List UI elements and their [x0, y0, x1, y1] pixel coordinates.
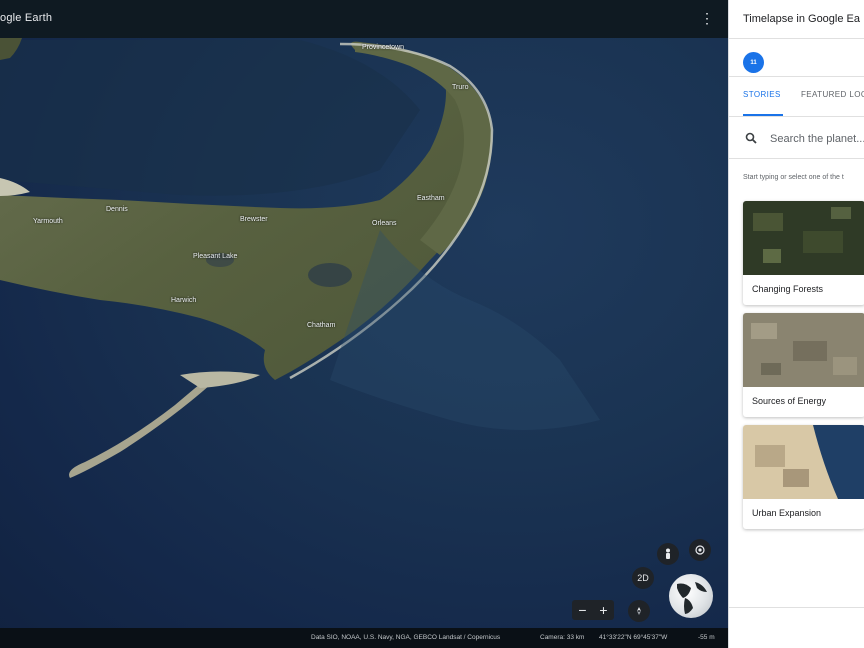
map-view[interactable]: Provincetown Truro Yarmouth Dennis Brews…: [0, 0, 728, 648]
avatar[interactable]: 11: [743, 52, 764, 73]
label-yarmouth: Yarmouth: [33, 218, 63, 225]
app-title: ogle Earth: [0, 12, 53, 24]
app-header: ogle Earth ⋮: [0, 0, 728, 38]
label-harwich: Harwich: [171, 297, 197, 304]
panel-divider: [729, 76, 864, 77]
tab-featured-locations[interactable]: FEATURED LOC: [801, 90, 864, 99]
label-orleans: Orleans: [372, 220, 397, 227]
zoom-controls: − +: [572, 600, 614, 620]
story-card-urban-expansion[interactable]: Urban Expansion: [743, 425, 864, 529]
label-eastham: Eastham: [417, 195, 445, 202]
panel-divider: [729, 158, 864, 159]
label-chatham: Chatham: [307, 322, 336, 329]
zoom-out-button[interactable]: −: [572, 600, 593, 620]
panel-title: Timelapse in Google Ea: [743, 13, 860, 25]
tab-stories[interactable]: STORIES: [743, 90, 781, 99]
story-thumbnail: [743, 425, 864, 499]
toggle-2d-button[interactable]: 2D: [632, 567, 654, 589]
search-icon: [745, 132, 757, 144]
compass-button[interactable]: [628, 600, 650, 622]
story-card-sources-of-energy[interactable]: Sources of Energy: [743, 313, 864, 417]
story-card-changing-forests[interactable]: Changing Forests: [743, 201, 864, 305]
globe-view-button[interactable]: [669, 574, 713, 618]
timelapse-panel: Timelapse in Google Ea 11 STORIES FEATUR…: [728, 0, 864, 648]
toggle-2d-label: 2D: [637, 573, 649, 583]
compass-icon: [637, 607, 641, 615]
person-icon: [666, 548, 670, 559]
pegman-button[interactable]: [657, 543, 679, 565]
panel-divider: [729, 607, 864, 608]
label-pleasant-lake: Pleasant Lake: [193, 253, 238, 260]
coordinates: 41°33'22"N 69°45'37"W: [599, 634, 668, 641]
altitude: -55 m: [698, 634, 715, 641]
zoom-in-button[interactable]: +: [593, 600, 614, 620]
search-hint: Start typing or select one of the t: [743, 174, 844, 181]
data-credit: Data SIO, NOAA, U.S. Navy, NGA, GEBCO La…: [311, 634, 501, 641]
story-card-label: Sources of Energy: [752, 396, 827, 406]
story-card-label: Changing Forests: [752, 284, 824, 294]
globe-icon: [677, 582, 707, 614]
label-dennis: Dennis: [106, 206, 128, 213]
crosshair-icon: [695, 545, 705, 555]
panel-divider: [729, 116, 864, 117]
story-card-label: Urban Expansion: [752, 508, 822, 518]
search-input[interactable]: [770, 131, 864, 147]
camera-distance: Camera: 33 km: [540, 634, 585, 641]
panel-divider: [729, 38, 864, 39]
story-thumbnail: [743, 313, 864, 387]
more-vert-icon[interactable]: ⋮: [700, 11, 714, 25]
label-truro: Truro: [452, 84, 469, 91]
story-thumbnail: [743, 201, 864, 275]
my-location-button[interactable]: [689, 539, 711, 561]
label-provincetown: Provincetown: [362, 44, 405, 51]
satellite-imagery: [0, 38, 600, 478]
label-brewster: Brewster: [240, 216, 268, 223]
